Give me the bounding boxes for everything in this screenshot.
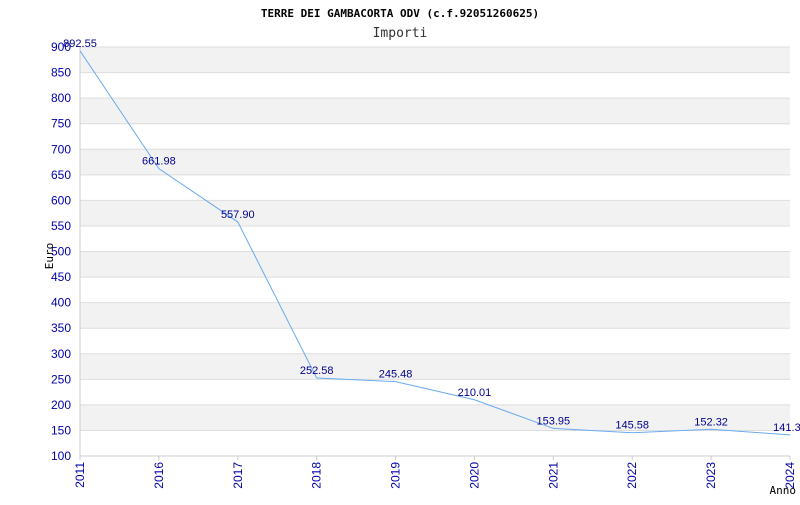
x-axis-label: Anno [770, 484, 797, 497]
x-tick-label: 2017 [231, 462, 245, 489]
y-tick-label: 200 [51, 398, 71, 412]
y-tick-label: 400 [51, 296, 71, 310]
grid-band [80, 353, 790, 380]
y-tick-label: 650 [51, 168, 71, 182]
y-tick-label: 700 [51, 142, 71, 156]
data-label: 152.32 [694, 416, 728, 428]
y-tick-label: 450 [51, 270, 71, 284]
x-tick-label: 2021 [546, 462, 560, 489]
x-tick-label: 2018 [310, 462, 324, 489]
grid-band [80, 47, 790, 73]
x-tick-label: 2019 [389, 462, 403, 489]
y-tick-label: 750 [51, 117, 71, 131]
y-tick-label: 350 [51, 321, 71, 335]
data-label: 141.34 [773, 422, 800, 434]
data-label: 153.95 [537, 415, 571, 427]
grid-band [80, 98, 790, 124]
x-tick-label: 2023 [704, 462, 718, 489]
y-tick-label: 550 [51, 219, 71, 233]
grid-band [80, 251, 790, 278]
grid-band [80, 149, 790, 175]
data-label: 145.58 [615, 420, 649, 432]
x-tick-label: 2011 [73, 462, 87, 488]
y-tick-label: 250 [51, 372, 71, 386]
y-axis-label: Euro [43, 243, 56, 270]
data-label: 557.90 [221, 209, 255, 221]
data-label: 245.48 [379, 369, 413, 381]
y-tick-label: 300 [51, 347, 71, 361]
data-label: 210.01 [458, 387, 492, 399]
data-label: 892.55 [63, 38, 97, 50]
y-tick-label: 850 [51, 66, 71, 80]
y-tick-label: 800 [51, 91, 71, 105]
grid-band [80, 404, 790, 431]
data-label: 252.58 [300, 365, 334, 377]
grid-band [80, 200, 790, 226]
y-tick-label: 100 [51, 449, 71, 463]
y-tick-label: 600 [51, 193, 71, 207]
chart: 100 150 200 250 300 350 400 450 500 550 600 650 700 7… [0, 0, 800, 500]
x-axis-ticks: 2011 2016 2017 2018 2019 2020 2021 2022 2023 2024 [73, 456, 797, 489]
grid-bands [80, 47, 790, 431]
x-tick-label: 2022 [625, 462, 639, 489]
line-chart: 1001502002503003504004505005506006507007… [43, 7, 800, 497]
x-tick-label: 2016 [152, 462, 166, 489]
x-tick-label: 2020 [467, 462, 481, 489]
chart-subtitle: Importi [373, 26, 428, 41]
data-label: 661.98 [142, 156, 176, 168]
grid-band [80, 302, 790, 329]
chart-title: TERRE DEI GAMBACORTA ODV (c.f.9205126062… [261, 7, 539, 20]
y-tick-label: 150 [51, 423, 71, 437]
